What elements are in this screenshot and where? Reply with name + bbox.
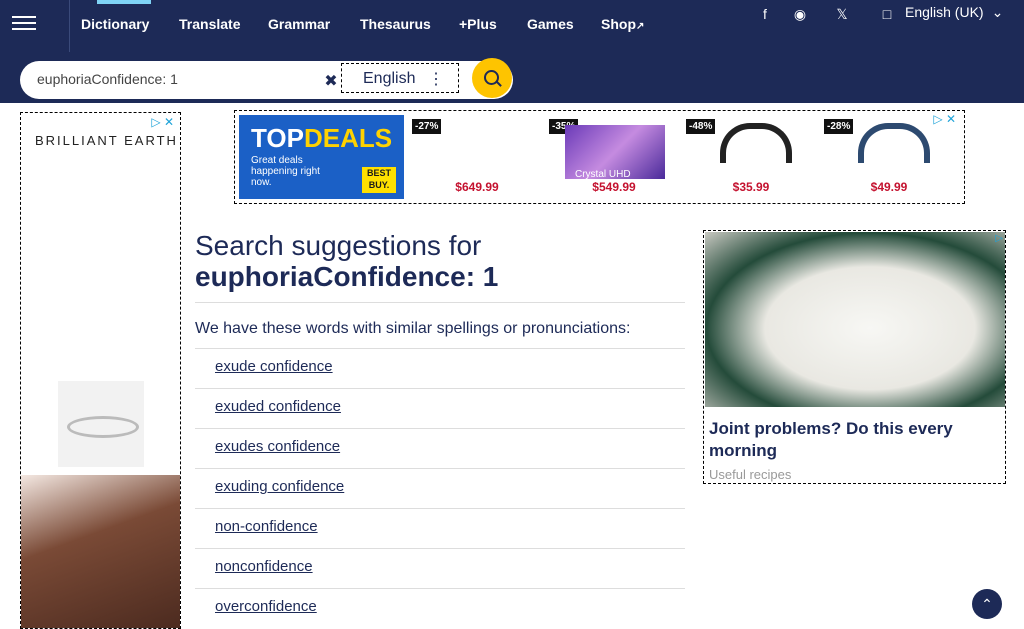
product-price: $49.99 bbox=[870, 180, 908, 194]
ad-choices-icon[interactable]: ▷ bbox=[995, 233, 1003, 244]
tv-caption: Crystal UHD bbox=[575, 169, 631, 180]
facebook-icon[interactable]: f bbox=[751, 4, 779, 24]
deals-title-b: DEALS bbox=[303, 123, 393, 153]
site-language-selector[interactable]: English (UK) ⌄ bbox=[905, 4, 1003, 21]
nav-grammar[interactable]: Grammar bbox=[268, 16, 330, 32]
suggestion-list: exude confidence exuded confidence exude… bbox=[195, 348, 685, 628]
page-title-prefix: Search suggestions for bbox=[195, 230, 482, 261]
external-link-icon: ↗ bbox=[636, 21, 645, 32]
chevron-down-icon: ⌄ bbox=[991, 4, 1004, 20]
nav-dictionary[interactable]: Dictionary bbox=[81, 16, 149, 32]
model-photo bbox=[21, 475, 180, 628]
ad-brand-name: BRILLIANT EARTH bbox=[35, 133, 178, 148]
list-item: exuding confidence bbox=[195, 468, 685, 508]
nav-shop[interactable]: Shop↗ bbox=[601, 16, 644, 32]
list-item: exude confidence bbox=[195, 348, 685, 388]
suggestion-link[interactable]: nonconfidence bbox=[215, 558, 313, 575]
deals-logo: TOPDEALS Great deals happening right now… bbox=[239, 115, 404, 199]
product-price: $35.99 bbox=[732, 180, 770, 194]
scroll-to-top-button[interactable]: ⌃ bbox=[972, 589, 1002, 619]
suggestion-link[interactable]: non-confidence bbox=[215, 518, 318, 535]
divider bbox=[195, 302, 685, 303]
top-navigation: Dictionary Translate Grammar Thesaurus +… bbox=[0, 0, 1024, 52]
top-deals-advertisement[interactable]: TOPDEALS Great deals happening right now… bbox=[234, 110, 965, 204]
ad-source: Useful recipes bbox=[709, 467, 792, 482]
nav-divider bbox=[69, 0, 70, 52]
product-tv[interactable]: -35% Crystal UHD $549.99 bbox=[549, 119, 679, 199]
list-item: exuded confidence bbox=[195, 388, 685, 428]
product-headphones-blue[interactable]: -28% $49.99 bbox=[824, 119, 954, 199]
site-language-label: English (UK) bbox=[905, 4, 984, 20]
suggestion-link[interactable]: exudes confidence bbox=[215, 438, 340, 455]
x-icon[interactable]: 𝕏 bbox=[828, 4, 856, 24]
list-item: overconfidence bbox=[195, 588, 685, 628]
suggestion-link[interactable]: exuding confidence bbox=[215, 478, 344, 495]
bestbuy-logo: BEST BUY. bbox=[362, 167, 396, 193]
eggs-image bbox=[705, 232, 1005, 407]
page-title-term: euphoriaConfidence: 1 bbox=[195, 261, 499, 292]
suggestions-intro: We have these words with similar spellin… bbox=[195, 320, 631, 337]
nav-thesaurus[interactable]: Thesaurus bbox=[360, 16, 431, 32]
ad-headline: Joint problems? Do this every morning bbox=[709, 419, 953, 460]
search-button[interactable] bbox=[472, 58, 512, 98]
product-price: $549.99 bbox=[592, 180, 636, 194]
nav-plus[interactable]: +Plus bbox=[459, 16, 497, 32]
nav-shop-label: Shop bbox=[601, 16, 636, 32]
suggestion-link[interactable]: overconfidence bbox=[215, 598, 317, 615]
search-input[interactable] bbox=[35, 70, 319, 88]
right-advertisement[interactable]: ▷ Joint problems? Do this every morning … bbox=[703, 230, 1006, 484]
more-options-icon: ⋮ bbox=[428, 71, 444, 88]
discount-badge: -28% bbox=[824, 119, 854, 134]
clear-search-button[interactable]: ✖ bbox=[320, 71, 342, 91]
ring-image bbox=[58, 381, 144, 467]
product-headphones-black[interactable]: -48% $35.99 bbox=[686, 119, 816, 199]
nav-games[interactable]: Games bbox=[527, 16, 574, 32]
chevron-up-icon: ⌃ bbox=[981, 596, 993, 612]
product-price: $649.99 bbox=[455, 180, 499, 194]
suggestion-link[interactable]: exuded confidence bbox=[215, 398, 341, 415]
dictionary-language-label: English bbox=[363, 70, 416, 87]
instagram-icon[interactable]: ◉ bbox=[786, 4, 814, 24]
suggestion-link[interactable]: exude confidence bbox=[215, 358, 333, 375]
deals-title-a: TOP bbox=[251, 123, 304, 153]
left-advertisement[interactable]: ▷ ✕ BRILLIANT EARTH bbox=[20, 112, 181, 629]
headphones-image bbox=[720, 123, 792, 163]
discount-badge: -48% bbox=[686, 119, 716, 134]
product-laptop[interactable]: -27% $649.99 bbox=[412, 119, 542, 199]
laptop-image bbox=[432, 123, 518, 181]
page-title: Search suggestions for euphoriaConfidenc… bbox=[195, 230, 685, 292]
headphones-image bbox=[858, 123, 930, 163]
menu-icon[interactable] bbox=[12, 12, 36, 36]
language-flag-icon[interactable]: □ bbox=[873, 4, 901, 24]
main-content: Search suggestions for euphoriaConfidenc… bbox=[195, 230, 685, 628]
list-item: non-confidence bbox=[195, 508, 685, 548]
list-item: exudes confidence bbox=[195, 428, 685, 468]
search-icon-handle bbox=[496, 81, 502, 87]
deals-subtitle: Great deals happening right now. bbox=[251, 155, 320, 188]
deals-title: TOPDEALS bbox=[251, 123, 392, 154]
list-item: nonconfidence bbox=[195, 548, 685, 588]
ad-choices-icon[interactable]: ▷ ✕ bbox=[933, 112, 956, 126]
search-bar: ✖ bbox=[0, 52, 1024, 103]
active-tab-indicator bbox=[97, 0, 151, 4]
ad-choices-icon[interactable]: ▷ ✕ bbox=[151, 115, 174, 129]
dictionary-language-select[interactable]: English ⋮ bbox=[341, 63, 459, 93]
nav-translate[interactable]: Translate bbox=[179, 16, 240, 32]
